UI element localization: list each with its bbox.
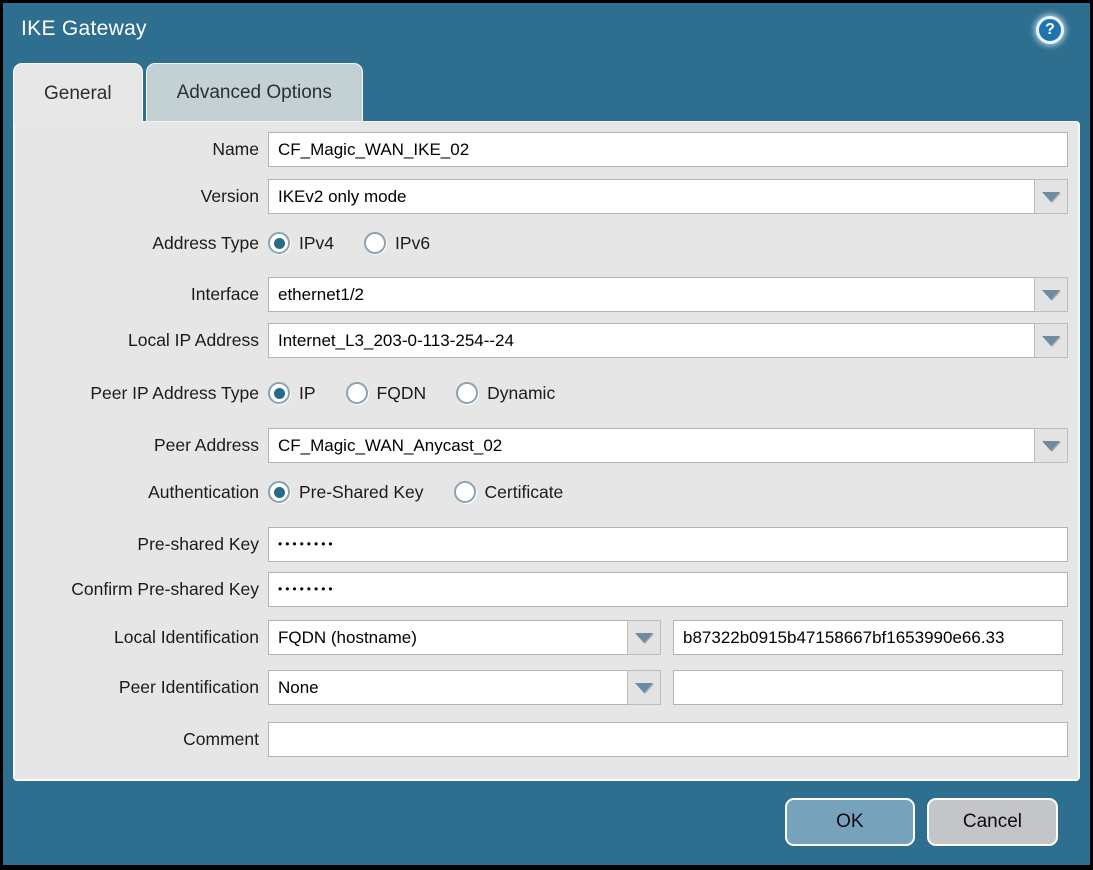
- radio-peer-ip-circle: [268, 382, 290, 404]
- interface-row: Interface ethernet1/2: [23, 277, 1078, 312]
- radio-peer-ip[interactable]: IP: [268, 382, 316, 404]
- radio-certificate[interactable]: Certificate: [454, 481, 564, 503]
- name-label: Name: [23, 139, 268, 160]
- peer-identification-label: Peer Identification: [23, 677, 268, 698]
- dialog-title: IKE Gateway: [21, 17, 147, 41]
- peer-ip-address-type-label: Peer IP Address Type: [23, 383, 268, 404]
- interface-dropdown-value[interactable]: ethernet1/2: [268, 277, 1034, 312]
- tab-advanced-options-label: Advanced Options: [177, 82, 332, 104]
- confirm-pre-shared-key-label: Confirm Pre-shared Key: [23, 579, 268, 600]
- radio-peer-fqdn[interactable]: FQDN: [346, 382, 427, 404]
- radio-peer-dynamic[interactable]: Dynamic: [456, 382, 555, 404]
- peer-identification-type-dropdown: None: [268, 670, 661, 705]
- version-dropdown-button[interactable]: [1034, 179, 1068, 214]
- chevron-down-icon: [1042, 192, 1060, 202]
- version-row: Version IKEv2 only mode: [23, 179, 1078, 214]
- radio-ipv4-label: IPv4: [299, 233, 334, 254]
- local-ip-address-dropdown: Internet_L3_203-0-113-254--24: [268, 323, 1068, 358]
- chevron-down-icon: [635, 683, 653, 693]
- authentication-row: Authentication Pre-Shared Key Certificat…: [23, 477, 1078, 507]
- confirm-pre-shared-key-masked-value: ••••••••: [278, 572, 336, 607]
- pre-shared-key-masked-value: ••••••••: [278, 527, 336, 562]
- local-ip-address-label: Local IP Address: [23, 330, 268, 351]
- peer-address-label: Peer Address: [23, 435, 268, 456]
- version-dropdown: IKEv2 only mode: [268, 179, 1068, 214]
- tab-general-label: General: [44, 83, 112, 105]
- version-dropdown-value[interactable]: IKEv2 only mode: [268, 179, 1034, 214]
- peer-ip-address-type-row: Peer IP Address Type IP FQDN Dynamic: [23, 378, 1078, 408]
- radio-peer-ip-label: IP: [299, 383, 316, 404]
- local-ip-address-row: Local IP Address Internet_L3_203-0-113-2…: [23, 323, 1078, 358]
- peer-identification-dropdown-button[interactable]: [627, 670, 661, 705]
- peer-address-row: Peer Address CF_Magic_WAN_Anycast_02: [23, 428, 1078, 463]
- confirm-pre-shared-key-row: Confirm Pre-shared Key ••••••••: [23, 572, 1078, 607]
- radio-ipv6[interactable]: IPv6: [364, 232, 430, 254]
- peer-address-dropdown-button[interactable]: [1034, 428, 1068, 463]
- tab-advanced-options[interactable]: Advanced Options: [146, 63, 363, 121]
- local-identification-dropdown-button[interactable]: [627, 620, 661, 655]
- pre-shared-key-label: Pre-shared Key: [23, 534, 268, 555]
- cancel-button[interactable]: Cancel: [927, 798, 1058, 846]
- comment-input[interactable]: [268, 722, 1068, 757]
- radio-ipv4-circle: [268, 232, 290, 254]
- pre-shared-key-row: Pre-shared Key ••••••••: [23, 527, 1078, 562]
- local-ip-address-dropdown-value[interactable]: Internet_L3_203-0-113-254--24: [268, 323, 1034, 358]
- radio-peer-fqdn-circle: [346, 382, 368, 404]
- chevron-down-icon: [1042, 290, 1060, 300]
- peer-address-dropdown-value[interactable]: CF_Magic_WAN_Anycast_02: [268, 428, 1034, 463]
- address-type-row: Address Type IPv4 IPv6: [23, 228, 1078, 258]
- help-icon[interactable]: ?: [1036, 16, 1064, 44]
- interface-label: Interface: [23, 284, 268, 305]
- interface-dropdown: ethernet1/2: [268, 277, 1068, 312]
- chevron-down-icon: [1042, 336, 1060, 346]
- radio-pre-shared-key-circle: [268, 481, 290, 503]
- local-identification-label: Local Identification: [23, 627, 268, 648]
- radio-ipv6-circle: [364, 232, 386, 254]
- peer-identification-id-input[interactable]: [673, 670, 1063, 705]
- general-tab-panel: Name CF_Magic_WAN_IKE_02 Version IKEv2 o…: [13, 121, 1080, 781]
- radio-certificate-label: Certificate: [485, 482, 564, 503]
- pre-shared-key-input[interactable]: ••••••••: [268, 527, 1068, 562]
- comment-row: Comment: [23, 722, 1078, 757]
- interface-dropdown-button[interactable]: [1034, 277, 1068, 312]
- chevron-down-icon: [635, 633, 653, 643]
- name-row: Name CF_Magic_WAN_IKE_02: [23, 132, 1078, 167]
- radio-certificate-circle: [454, 481, 476, 503]
- local-ip-address-dropdown-button[interactable]: [1034, 323, 1068, 358]
- authentication-label: Authentication: [23, 482, 268, 503]
- version-label: Version: [23, 186, 268, 207]
- peer-identification-type-value[interactable]: None: [268, 670, 627, 705]
- radio-peer-dynamic-label: Dynamic: [487, 383, 555, 404]
- local-identification-type-value[interactable]: FQDN (hostname): [268, 620, 627, 655]
- confirm-pre-shared-key-input[interactable]: ••••••••: [268, 572, 1068, 607]
- radio-peer-dynamic-circle: [456, 382, 478, 404]
- tab-bar: General Advanced Options: [13, 63, 363, 124]
- peer-address-dropdown: CF_Magic_WAN_Anycast_02: [268, 428, 1068, 463]
- radio-ipv4[interactable]: IPv4: [268, 232, 334, 254]
- ike-gateway-dialog: IKE Gateway ? General Advanced Options N…: [0, 0, 1093, 870]
- name-input[interactable]: CF_Magic_WAN_IKE_02: [268, 132, 1068, 167]
- help-icon-glyph: ?: [1045, 21, 1055, 39]
- radio-pre-shared-key-label: Pre-Shared Key: [299, 482, 424, 503]
- local-identification-id-input[interactable]: b87322b0915b47158667bf1653990e66.33: [673, 620, 1063, 655]
- address-type-label: Address Type: [23, 233, 268, 254]
- radio-ipv6-label: IPv6: [395, 233, 430, 254]
- comment-label: Comment: [23, 729, 268, 750]
- chevron-down-icon: [1042, 441, 1060, 451]
- local-identification-type-dropdown: FQDN (hostname): [268, 620, 661, 655]
- radio-peer-fqdn-label: FQDN: [377, 383, 427, 404]
- local-identification-row: Local Identification FQDN (hostname) b87…: [23, 620, 1078, 655]
- peer-identification-row: Peer Identification None: [23, 670, 1078, 705]
- footer-button-bar: OK Cancel: [785, 798, 1058, 846]
- ok-button[interactable]: OK: [785, 798, 915, 846]
- radio-pre-shared-key[interactable]: Pre-Shared Key: [268, 481, 424, 503]
- tab-general[interactable]: General: [13, 63, 143, 124]
